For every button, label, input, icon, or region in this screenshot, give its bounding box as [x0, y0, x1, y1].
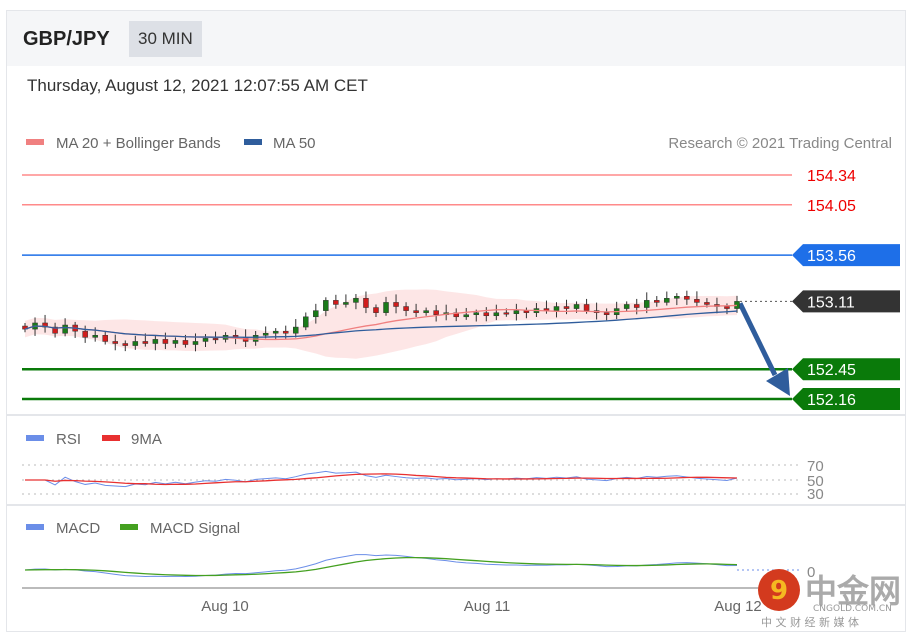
candle-body [102, 335, 108, 342]
candle-body [212, 338, 219, 341]
candle-body [493, 312, 500, 317]
watermark-domain: CNGOLD.COM.CN [813, 604, 892, 614]
candle-body [633, 304, 640, 308]
candle-body [202, 338, 209, 342]
x-tick: Aug 10 [201, 598, 249, 615]
candle-body [313, 310, 319, 318]
candle-body [623, 304, 630, 309]
rsi-ma-line [25, 473, 738, 486]
candle-body [82, 330, 88, 338]
rsi-ma-legend: 9MA [131, 431, 162, 448]
price-chart: MA 20 + Bollinger Bands MA 50 Research ©… [7, 135, 905, 615]
macd-legend-swatch [26, 524, 44, 530]
candle-body [182, 340, 189, 345]
ma50-legend: MA 50 [273, 135, 316, 152]
candle-body [483, 312, 490, 317]
candle-body [513, 310, 520, 314]
candle-body [503, 312, 510, 315]
candle-body [62, 324, 68, 334]
level-label-s1: 152.45 [807, 362, 856, 379]
candle-body [353, 298, 359, 303]
candle-body [323, 300, 329, 311]
candle-body [674, 295, 680, 299]
svg-text:9: 9 [770, 576, 788, 606]
candle-body [333, 300, 339, 305]
rsi-legend-swatch [26, 435, 44, 441]
signal-legend: MACD Signal [150, 520, 240, 537]
candle-body [373, 307, 379, 313]
rsi-legend: RSI [56, 431, 81, 448]
rsi-tick-30: 30 [807, 486, 824, 503]
candle-body [704, 302, 710, 305]
candle-body [272, 330, 279, 334]
macd-legend: MACD [56, 520, 100, 537]
candle-body [583, 304, 590, 311]
candle-body [293, 326, 299, 334]
forecast-arrowhead-icon [766, 368, 790, 396]
candle-body [262, 332, 269, 336]
candle-body [282, 330, 289, 334]
candle-body [563, 306, 570, 309]
candle-body [132, 341, 139, 346]
candle-body [403, 306, 409, 311]
candle-body [463, 314, 469, 318]
x-tick: Aug 12 [714, 598, 762, 615]
candle-body [122, 343, 129, 346]
candle-body [643, 300, 650, 308]
candle-body [112, 341, 119, 344]
macd-panel [24, 554, 800, 578]
forecast-arrow-icon [737, 302, 778, 377]
candle-body [162, 339, 169, 344]
level-label-current: 153.11 [807, 294, 855, 311]
candle-body [303, 316, 309, 328]
candle-body [172, 340, 179, 344]
candle-body [152, 339, 159, 344]
candle-body [383, 302, 389, 313]
candle-body [684, 295, 690, 300]
watermark: 9 中金网 CNGOLD.COM.CN 中 文 财 经 新 媒 体 [758, 569, 901, 629]
x-tick: Aug 11 [464, 598, 510, 615]
candle-body [654, 300, 660, 303]
candle-body [664, 298, 670, 303]
candle-body [724, 306, 730, 309]
candle-body [343, 302, 349, 305]
candle-body [423, 310, 429, 313]
rsi-ma-legend-swatch [102, 435, 120, 441]
level-label-pivot: 153.56 [807, 248, 856, 265]
candle-body [413, 310, 419, 313]
level-label-r2: 154.34 [807, 168, 856, 185]
candle-body [573, 304, 580, 309]
candle-body [363, 298, 369, 308]
ma20-legend-swatch [26, 139, 44, 145]
credit: Research © 2021 Trading Central [668, 135, 892, 152]
rsi-panel [22, 464, 800, 495]
candle-body [473, 312, 480, 315]
ma50-legend-swatch [244, 139, 262, 145]
candle-body [433, 310, 439, 315]
candle-body [694, 299, 700, 303]
levels: 154.34 154.05 153.56 152.45 152.16 153.11 [22, 168, 900, 410]
watermark-tagline: 中 文 财 经 新 媒 体 [761, 615, 859, 629]
candle-body [393, 302, 399, 307]
candle-body [553, 306, 560, 311]
level-label-r1: 154.05 [807, 198, 856, 215]
macd-signal-line [24, 556, 738, 577]
candle-body [92, 335, 98, 338]
level-label-s2: 152.16 [807, 392, 856, 409]
candle-body [192, 341, 199, 345]
ma20-legend: MA 20 + Bollinger Bands [56, 135, 221, 152]
signal-legend-swatch [120, 524, 138, 530]
candle-body [603, 312, 610, 315]
candle-body [142, 341, 149, 344]
